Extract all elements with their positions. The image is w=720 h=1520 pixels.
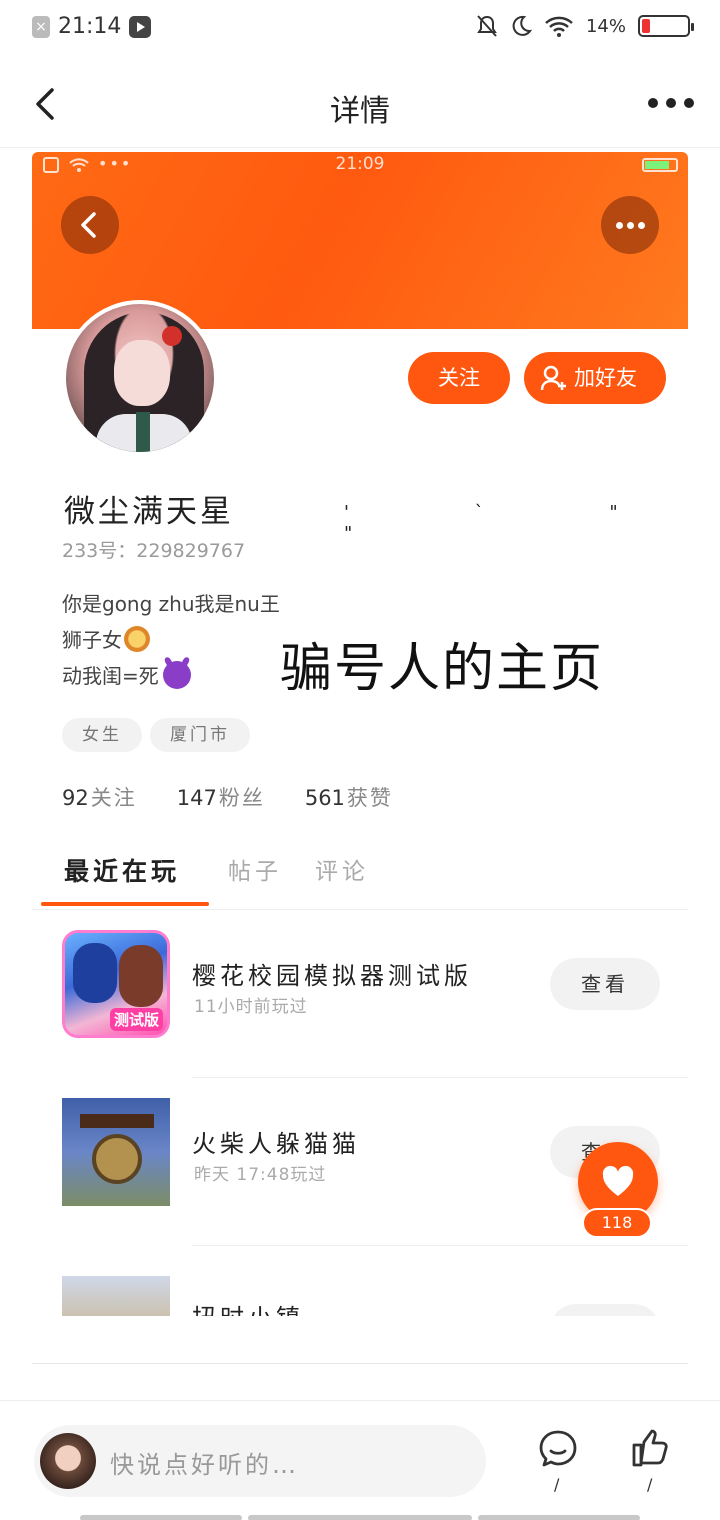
censor-marks: ' ` " ": [344, 502, 678, 544]
status-time: 21:14: [58, 14, 122, 39]
comment-input[interactable]: 快说点好听的…: [34, 1425, 486, 1497]
more-dot: [616, 222, 623, 229]
game-name: 樱花校园模拟器测试版: [192, 962, 472, 990]
game-icon-sakura: 测试版: [62, 930, 170, 1038]
profile-bio: 你是gong zhu我是nu王 狮子女 动我闺=死: [62, 586, 280, 694]
status-bar: × 21:14 14%: [0, 0, 720, 56]
bio-line-3: 动我闺=死: [62, 658, 280, 694]
moon-icon: [512, 15, 532, 36]
add-friend-label: 加好友: [574, 366, 637, 390]
like-count-badge: 118: [582, 1208, 652, 1238]
more-dot: [638, 222, 645, 229]
wifi-icon: [545, 16, 573, 37]
list-item[interactable]: 测试版 樱花校园模拟器测试版 11小时前玩过 查看: [32, 910, 688, 1078]
mute-bell-icon: [477, 15, 497, 37]
tab-posts[interactable]: 帖子: [228, 852, 282, 886]
heart-icon: [602, 1165, 634, 1196]
game-name: 火柴人躲猫猫: [192, 1130, 360, 1158]
lion-icon: [124, 626, 150, 652]
follow-button[interactable]: 关注: [408, 352, 510, 404]
list-item[interactable]: 扭时小镇 查看: [32, 1246, 688, 1316]
chevron-left-icon: [81, 212, 96, 238]
user-avatar: [40, 1433, 96, 1489]
game-played-time: 昨天 17:48玩过: [194, 1165, 327, 1185]
top-nav: 详情: [0, 62, 720, 148]
stat-following[interactable]: 92关注: [62, 782, 137, 812]
inner-status-time: 21:09: [335, 154, 385, 174]
like-count: /: [647, 1475, 653, 1494]
bottom-bar: 快说点好听的… / /: [0, 1400, 720, 1520]
profile-avatar[interactable]: [62, 300, 218, 456]
game-icon-stickman: [62, 1098, 170, 1206]
profile-tabs: 最近在玩 帖子 评论: [32, 848, 688, 910]
active-tab-indicator: [41, 902, 209, 906]
inner-battery-icon: [642, 158, 678, 172]
page-title: 详情: [330, 94, 390, 129]
notification-x-icon: ×: [32, 15, 50, 38]
tag-gender: 女生: [62, 718, 142, 752]
more-dot: [627, 222, 634, 229]
stat-likes[interactable]: 561获赞: [305, 782, 393, 812]
bio-line: 你是gong zhu我是nu王: [62, 592, 280, 616]
battery-percent: 14%: [585, 15, 626, 37]
tab-recently-played[interactable]: 最近在玩: [64, 852, 180, 888]
add-user-icon: [540, 365, 566, 391]
view-button[interactable]: 查看: [550, 958, 660, 1010]
game-name: 扭时小镇: [192, 1298, 304, 1316]
profile-uid: 233号：229829767: [62, 540, 246, 562]
profile-stats: 92关注 147粉丝 561获赞: [62, 782, 393, 812]
battery-icon: [638, 15, 694, 37]
bio-line-2: 狮子女: [62, 622, 280, 658]
game-icon-town: [62, 1276, 170, 1316]
gesture-bar: [478, 1515, 640, 1520]
comment-count: /: [554, 1475, 560, 1494]
thumbs-up-icon[interactable]: [628, 1427, 672, 1471]
comment-icon[interactable]: [536, 1427, 580, 1471]
stat-followers[interactable]: 147粉丝: [177, 782, 265, 812]
gesture-bar: [248, 1515, 472, 1520]
game-played-time: 11小时前玩过: [194, 997, 308, 1017]
profile-tags: 女生 厦门市: [62, 718, 250, 752]
more-options-icon[interactable]: [648, 98, 694, 108]
tab-comments[interactable]: 评论: [315, 852, 369, 886]
overlay-caption: 骗号人的主页: [280, 639, 605, 699]
media-play-icon: [129, 15, 152, 38]
profile-more-button[interactable]: [601, 196, 659, 254]
comment-placeholder: 快说点好听的…: [110, 1451, 299, 1479]
gesture-bar: [80, 1515, 242, 1520]
add-friend-button[interactable]: 加好友: [524, 352, 666, 404]
profile-nickname: 微尘满天星: [64, 494, 234, 530]
view-button[interactable]: 查看: [550, 1304, 660, 1316]
profile-back-button[interactable]: [61, 196, 119, 254]
devil-icon: [162, 661, 191, 689]
tag-city: 厦门市: [150, 718, 250, 752]
